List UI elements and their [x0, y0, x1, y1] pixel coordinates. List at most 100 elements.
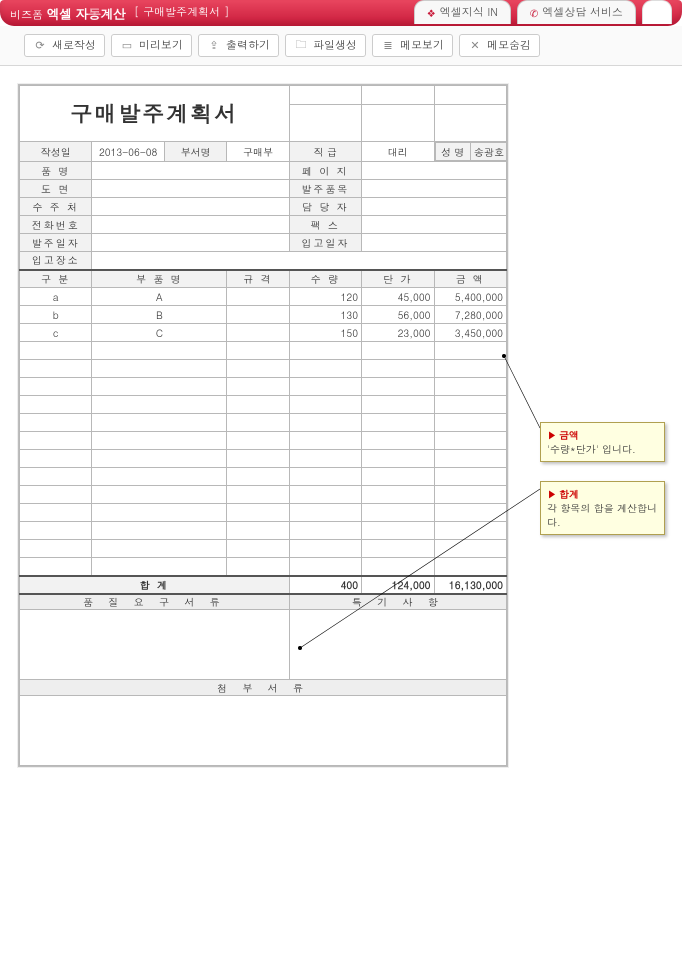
cell-gubun [20, 558, 92, 576]
cell-amount: 5,400,000 [434, 288, 507, 306]
tab-excel-knowledge[interactable]: ❖ 엑셀지식 IN [414, 0, 511, 24]
section-attach: 첨 부 서 류 [20, 680, 507, 696]
cell-gubun [20, 378, 92, 396]
cell-price [362, 504, 434, 522]
button-label: 새로작성 [52, 38, 96, 53]
table-row: aA12045,0005,400,000 [20, 288, 507, 306]
cell-price [362, 396, 434, 414]
cell-amount [434, 342, 507, 360]
sum-amount: 16,130,000 [434, 576, 507, 594]
col-header: 규 격 [227, 270, 289, 288]
cell-amount [434, 414, 507, 432]
label-dept: 부서명 [164, 142, 226, 162]
cell-spec [227, 450, 289, 468]
col-header: 부 품 명 [92, 270, 227, 288]
note-sum: ▶합계 각 항목의 합을 계산합니다. [540, 481, 665, 535]
cell-qty [289, 342, 361, 360]
cell-gubun [20, 342, 92, 360]
table-row [20, 522, 507, 540]
filegen-button[interactable]: 🗀파일생성 [285, 34, 366, 57]
brand-prefix: 비즈폼 [10, 8, 43, 23]
label-date: 작성일 [20, 142, 92, 162]
info-value [362, 180, 507, 198]
cell-amount [434, 486, 507, 504]
document-sheet: 구매발주계획서 작성일 2013-06-08 부서명 구매부 직 급 대리 [18, 84, 508, 767]
value-date: 2013-06-08 [92, 142, 164, 162]
cell-amount [434, 450, 507, 468]
approval-cell [289, 86, 361, 105]
cell-part [92, 432, 227, 450]
arrow-icon: ▶ [547, 487, 557, 501]
cell-price [362, 486, 434, 504]
cell-spec [227, 468, 289, 486]
info-value [92, 216, 289, 234]
arrow-icon: ▶ [547, 428, 557, 442]
cell-spec [227, 306, 289, 324]
cell-part [92, 342, 227, 360]
cell-qty: 150 [289, 324, 361, 342]
cell-gubun [20, 450, 92, 468]
cell-qty [289, 486, 361, 504]
print-icon: ⇪ [207, 39, 221, 53]
info-label: 팩 스 [289, 216, 361, 234]
brand-main: 엑셀 자동계산 [47, 4, 126, 23]
cell-amount [434, 522, 507, 540]
note-body: 각 항목의 합을 계산합니다. [547, 501, 657, 529]
label-name: 성 명 [435, 143, 471, 161]
cell-spec [227, 342, 289, 360]
cell-part [92, 558, 227, 576]
cell-spec [227, 396, 289, 414]
cell-spec [227, 360, 289, 378]
cell-part: A [92, 288, 227, 306]
brand: 비즈폼 엑셀 자동계산 [10, 4, 126, 23]
info-label: 입고일자 [289, 234, 361, 252]
header-tabs: ❖ 엑셀지식 IN ✆ 엑셀상담 서비스 [414, 0, 672, 24]
note-title: 합계 [559, 487, 579, 501]
table-row [20, 468, 507, 486]
cell-amount [434, 360, 507, 378]
cell-part [92, 540, 227, 558]
tab-blank[interactable] [642, 0, 672, 24]
tab-excel-consult[interactable]: ✆ 엑셀상담 서비스 [517, 0, 636, 24]
special-body [289, 610, 506, 680]
cell-price [362, 522, 434, 540]
button-label: 미리보기 [139, 38, 183, 53]
info-label: 전화번호 [20, 216, 92, 234]
info-value [362, 162, 507, 180]
cell-price [362, 450, 434, 468]
cell-qty [289, 450, 361, 468]
new-button[interactable]: ⟳새로작성 [24, 34, 105, 57]
info-value [362, 234, 507, 252]
value-name: 송광호 [471, 143, 507, 161]
cell-qty [289, 522, 361, 540]
cell-spec [227, 324, 289, 342]
cell-qty [289, 504, 361, 522]
cell-spec [227, 504, 289, 522]
cell-qty [289, 432, 361, 450]
tab-label: 엑셀상담 서비스 [542, 5, 623, 20]
note-title: 금액 [559, 428, 579, 442]
cell-amount [434, 504, 507, 522]
preview-button[interactable]: ▭ 미리보기 [111, 34, 192, 57]
table-row [20, 378, 507, 396]
table-row [20, 396, 507, 414]
cell-qty: 130 [289, 306, 361, 324]
cell-part [92, 450, 227, 468]
cell-price [362, 360, 434, 378]
sum-qty: 400 [289, 576, 361, 594]
print-button[interactable]: ⇪출력하기 [198, 34, 279, 57]
bulb-icon: ❖ [427, 6, 436, 20]
value-rank: 대리 [362, 142, 434, 162]
cell-price: 56,000 [362, 306, 434, 324]
info-value [92, 162, 289, 180]
memoview-button[interactable]: ≣메모보기 [372, 34, 453, 57]
table-row [20, 450, 507, 468]
preview-icon: ▭ [120, 39, 134, 53]
memohide-button[interactable]: ✕메모숨김 [459, 34, 540, 57]
cell-amount: 7,280,000 [434, 306, 507, 324]
table-row [20, 558, 507, 576]
cell-gubun: b [20, 306, 92, 324]
button-label: 메모보기 [400, 38, 444, 53]
table-row: cC15023,0003,450,000 [20, 324, 507, 342]
info-label: 담 당 자 [289, 198, 361, 216]
